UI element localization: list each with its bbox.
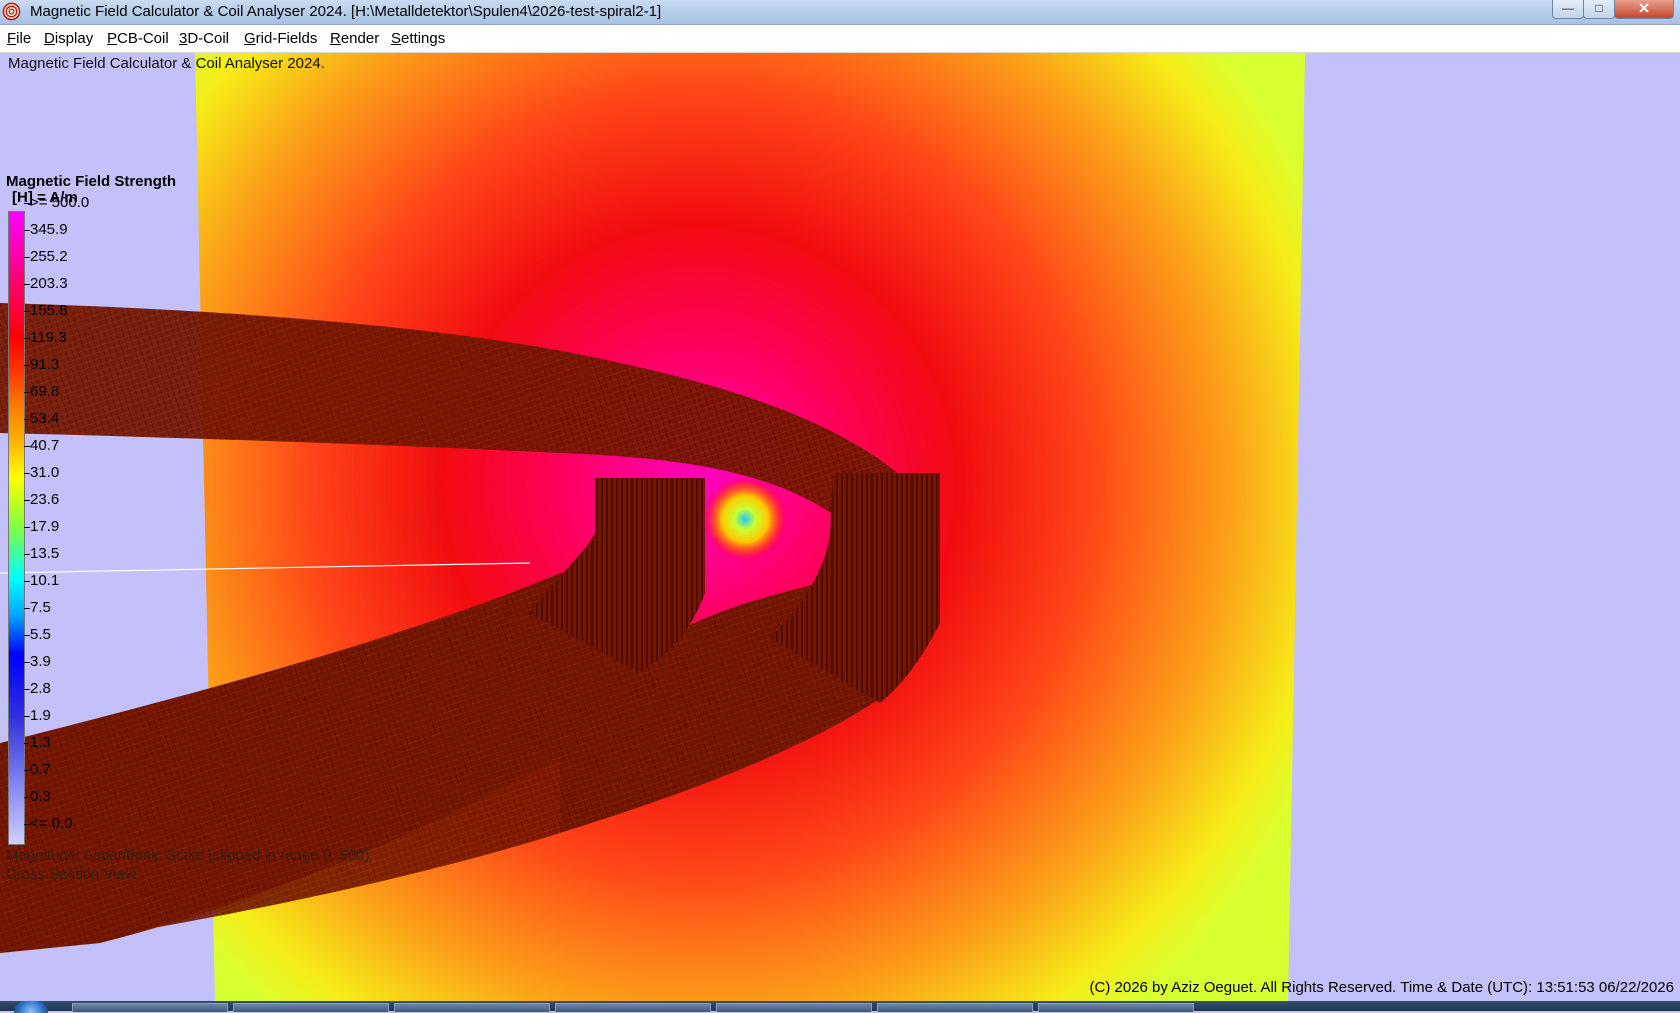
- minimize-button[interactable]: —: [1552, 0, 1584, 19]
- menu-3d-coil[interactable]: 3D-Coil: [179, 30, 229, 47]
- taskbar: [0, 1001, 1680, 1013]
- legend-tick: 2.8: [24, 680, 51, 697]
- maximize-button[interactable]: □: [1583, 0, 1615, 19]
- legend-tick: 69.8: [23, 383, 60, 400]
- viewport-title: Magnetic Field Calculator & Coil Analyse…: [8, 55, 325, 72]
- window-title: Magnetic Field Calculator & Coil Analyse…: [30, 3, 662, 20]
- legend-tick: >= 500.0: [23, 194, 90, 211]
- legend-tick: 0.3: [24, 788, 51, 805]
- start-button[interactable]: [14, 1001, 48, 1013]
- legend-title: Magnetic Field Strength: [6, 173, 177, 190]
- legend-tick: 255.2: [24, 248, 68, 265]
- legend-tick: 31.0: [23, 464, 60, 481]
- view-mode-note: Cross Section View: [6, 866, 136, 883]
- legend-colorbar: [8, 211, 25, 845]
- menu-settings[interactable]: Settings: [391, 30, 445, 47]
- legend-tick: 5.5: [24, 626, 51, 643]
- legend-tick: <= 0.0: [24, 815, 73, 832]
- menu-grid-fields[interactable]: Grid-Fields: [244, 30, 317, 47]
- legend-tick: 1.3: [24, 734, 51, 751]
- render-viewport[interactable]: Magnetic Field Calculator & Coil Analyse…: [0, 53, 1680, 1001]
- menu-display[interactable]: Display: [44, 30, 93, 47]
- legend-tick: 40.7: [23, 437, 60, 454]
- field-hotspot: [703, 477, 787, 561]
- menu-file[interactable]: File: [7, 30, 31, 47]
- menu-pcb-coil[interactable]: PCB-Coil: [107, 30, 169, 47]
- legend-tick: 23.6: [23, 491, 60, 508]
- legend-tick: 119.3: [23, 329, 67, 346]
- legend-tick: 17.9: [23, 518, 60, 535]
- legend-tick: 345.9: [24, 221, 68, 238]
- legend-tick: 0.7: [24, 761, 51, 778]
- scale-note: Magnitude: Logarithmic Scale (clipped in…: [6, 847, 370, 864]
- legend-tick: 155.8: [24, 302, 68, 319]
- close-button[interactable]: ✕: [1614, 0, 1674, 19]
- legend-tick: 91.3: [23, 356, 60, 373]
- legend-tick: 203.3: [24, 275, 68, 292]
- legend-tick: 53.4: [23, 410, 60, 427]
- legend-tick: 3.9: [24, 653, 51, 670]
- copyright-timestamp: (C) 2026 by Aziz Oeguet. All Rights Rese…: [1089, 979, 1674, 996]
- legend-tick: 13.5: [23, 545, 60, 562]
- menu-bar: File Display PCB-Coil 3D-Coil Grid-Field…: [0, 25, 1680, 53]
- legend-tick: 7.5: [24, 599, 51, 616]
- menu-render[interactable]: Render: [330, 30, 379, 47]
- legend-tick: 10.1: [23, 572, 60, 589]
- title-bar[interactable]: Magnetic Field Calculator & Coil Analyse…: [0, 0, 1680, 25]
- app-coil-icon[interactable]: [2, 2, 21, 21]
- legend-tick: 1.9: [24, 707, 51, 724]
